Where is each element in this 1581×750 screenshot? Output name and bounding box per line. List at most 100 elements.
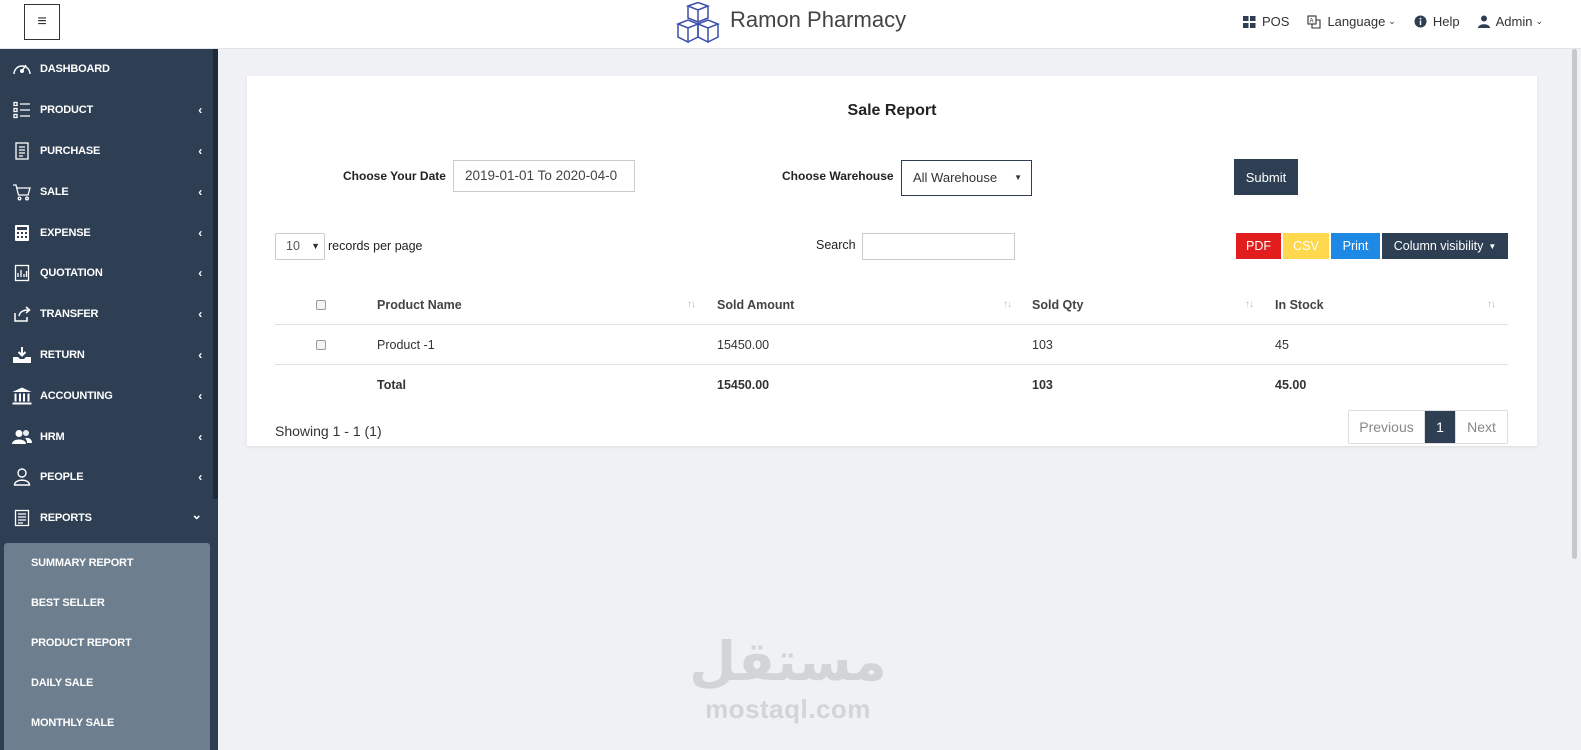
- select-all-checkbox[interactable]: [316, 300, 326, 310]
- watermark-arabic: مستقل: [689, 630, 887, 693]
- translate-icon: A: [1307, 14, 1322, 29]
- showing-info: Showing 1 - 1 (1): [275, 423, 382, 439]
- sidebar-item-label: PEOPLE: [40, 471, 84, 484]
- records-per-page-select[interactable]: 10 ▼: [275, 233, 325, 260]
- language-dropdown[interactable]: A Language ⌄: [1307, 14, 1396, 29]
- reports-submenu: SUMMARY REPORT BEST SELLER PRODUCT REPOR…: [4, 543, 210, 750]
- download-tray-icon: [12, 345, 32, 365]
- sale-report-card: Sale Report Choose Your Date 2019-01-01 …: [247, 76, 1537, 446]
- page-scrollbar[interactable]: [1568, 49, 1581, 750]
- pos-link[interactable]: POS: [1242, 14, 1290, 29]
- csv-button[interactable]: CSV: [1283, 233, 1329, 259]
- sidebar-item-hrm[interactable]: HRM ‹: [0, 416, 218, 457]
- submenu-item-monthly-sale[interactable]: MONTHLY SALE: [4, 703, 210, 743]
- sidebar-item-reports[interactable]: REPORTS ⌄: [0, 498, 218, 539]
- total-sold-amount: 15450.00: [717, 378, 770, 392]
- chevron-left-icon: ‹: [198, 347, 202, 362]
- sidebar-item-label: EXPENSE: [40, 226, 91, 239]
- print-button[interactable]: Print: [1331, 233, 1380, 259]
- table-footer-row: Total 15450.00 103 45.00: [275, 365, 1508, 405]
- sidebar-item-purchase[interactable]: PURCHASE ‹: [0, 131, 218, 172]
- share-icon: [12, 304, 32, 324]
- sort-icon[interactable]: ↑↓: [1003, 299, 1012, 310]
- sidebar-item-people[interactable]: PEOPLE ‹: [0, 457, 218, 498]
- info-icon: [1414, 15, 1427, 28]
- cart-icon: [12, 182, 32, 202]
- export-buttons: PDF CSV Print Column visibility ▼: [1236, 233, 1508, 259]
- bank-icon: [12, 386, 32, 406]
- sidebar-item-return[interactable]: RETURN ‹: [0, 335, 218, 376]
- table-row[interactable]: Product -1 15450.00 103 45: [275, 325, 1508, 365]
- page-1-button[interactable]: 1: [1425, 411, 1455, 443]
- cell-in-stock: 45: [1275, 337, 1289, 352]
- chevron-left-icon: ‹: [198, 388, 202, 403]
- date-range-input[interactable]: 2019-01-01 To 2020-04-0: [453, 160, 635, 192]
- column-header-product-name[interactable]: Product Name: [377, 286, 462, 324]
- sort-icon[interactable]: ↑↓: [1245, 299, 1254, 310]
- top-navbar: ≡ Ramon Pharmacy POS A Language ⌄ Help A…: [0, 0, 1581, 49]
- help-link[interactable]: Help: [1414, 14, 1460, 29]
- warehouse-select[interactable]: All Warehouse ▼: [901, 160, 1032, 196]
- date-label: Choose Your Date: [343, 169, 446, 183]
- sidebar-item-label: DASHBOARD: [40, 63, 110, 76]
- submenu-item-daily-sale[interactable]: DAILY SALE: [4, 663, 210, 703]
- cell-sold-qty: 103: [1032, 337, 1053, 352]
- sidebar-item-product[interactable]: PRODUCT ‹: [0, 90, 218, 131]
- sort-icon[interactable]: ↑↓: [1487, 299, 1496, 310]
- chevron-down-icon: ⌄: [1388, 16, 1396, 26]
- previous-page-button[interactable]: Previous: [1349, 411, 1425, 443]
- search-input[interactable]: [862, 233, 1015, 260]
- page-title: Sale Report: [847, 102, 937, 119]
- submenu-item-best-seller[interactable]: BEST SELLER: [4, 583, 210, 623]
- sidebar-item-label: HRM: [40, 430, 65, 443]
- pdf-button[interactable]: PDF: [1236, 233, 1281, 259]
- sidebar-item-quotation[interactable]: QUOTATION ‹: [0, 253, 218, 294]
- watermark-latin: mostaql.com: [705, 694, 871, 724]
- next-page-button[interactable]: Next: [1455, 411, 1507, 443]
- sidebar-item-label: PURCHASE: [40, 144, 101, 157]
- sidebar-item-transfer[interactable]: TRANSFER ‹: [0, 294, 218, 335]
- page-scrollbar-thumb[interactable]: [1572, 49, 1577, 559]
- chevron-left-icon: ‹: [198, 429, 202, 444]
- chevron-left-icon: ‹: [198, 470, 202, 485]
- brand-name: Ramon Pharmacy: [730, 7, 907, 32]
- search-label: Search: [816, 238, 856, 252]
- sidebar-item-label: QUOTATION: [40, 267, 103, 280]
- hamburger-menu-button[interactable]: ≡: [24, 4, 60, 40]
- chevron-down-icon: ⌄: [191, 507, 202, 523]
- chevron-left-icon: ‹: [198, 143, 202, 158]
- sidebar-item-dashboard[interactable]: DASHBOARD: [0, 49, 218, 90]
- sort-icon[interactable]: ↑↓: [687, 299, 696, 310]
- chevron-left-icon: ‹: [198, 184, 202, 199]
- submenu-item-summary-report[interactable]: SUMMARY REPORT: [4, 543, 210, 583]
- pagination: Previous 1 Next: [1348, 410, 1508, 444]
- pos-label: POS: [1261, 14, 1290, 29]
- sidebar-item-expense[interactable]: EXPENSE ‹: [0, 212, 218, 253]
- sidebar-item-label: REPORTS: [40, 512, 92, 525]
- submenu-item-product-report[interactable]: PRODUCT REPORT: [4, 623, 210, 663]
- brand[interactable]: Ramon Pharmacy: [676, 2, 906, 44]
- column-header-sold-qty[interactable]: Sold Qty: [1032, 286, 1083, 324]
- warehouse-label: Choose Warehouse: [782, 169, 894, 183]
- per-page-label: records per page: [328, 239, 423, 253]
- column-header-sold-amount[interactable]: Sold Amount: [717, 286, 794, 324]
- caret-down-icon: ▼: [311, 241, 320, 251]
- sidebar-item-sale[interactable]: SALE ‹: [0, 171, 218, 212]
- column-header-in-stock[interactable]: In Stock: [1275, 286, 1324, 324]
- document-icon: [12, 508, 32, 528]
- watermark: مستقل mostaql.com: [688, 630, 888, 724]
- caret-down-icon: ▼: [1488, 241, 1497, 251]
- column-visibility-label: Column visibility: [1393, 239, 1484, 253]
- admin-dropdown[interactable]: Admin ⌄: [1477, 14, 1543, 29]
- row-checkbox[interactable]: [316, 339, 326, 350]
- chevron-left-icon: ‹: [198, 225, 202, 240]
- submit-button[interactable]: Submit: [1234, 159, 1298, 195]
- column-visibility-button[interactable]: Column visibility ▼: [1382, 233, 1508, 259]
- grid-icon: [1242, 15, 1256, 28]
- sidebar-item-accounting[interactable]: ACCOUNTING ‹: [0, 375, 218, 416]
- cubes-logo-icon: [676, 2, 720, 44]
- dashboard-icon: [12, 59, 32, 79]
- report-icon: [12, 263, 32, 283]
- cell-product-name: Product -1: [377, 337, 435, 352]
- receipt-icon: [12, 141, 32, 161]
